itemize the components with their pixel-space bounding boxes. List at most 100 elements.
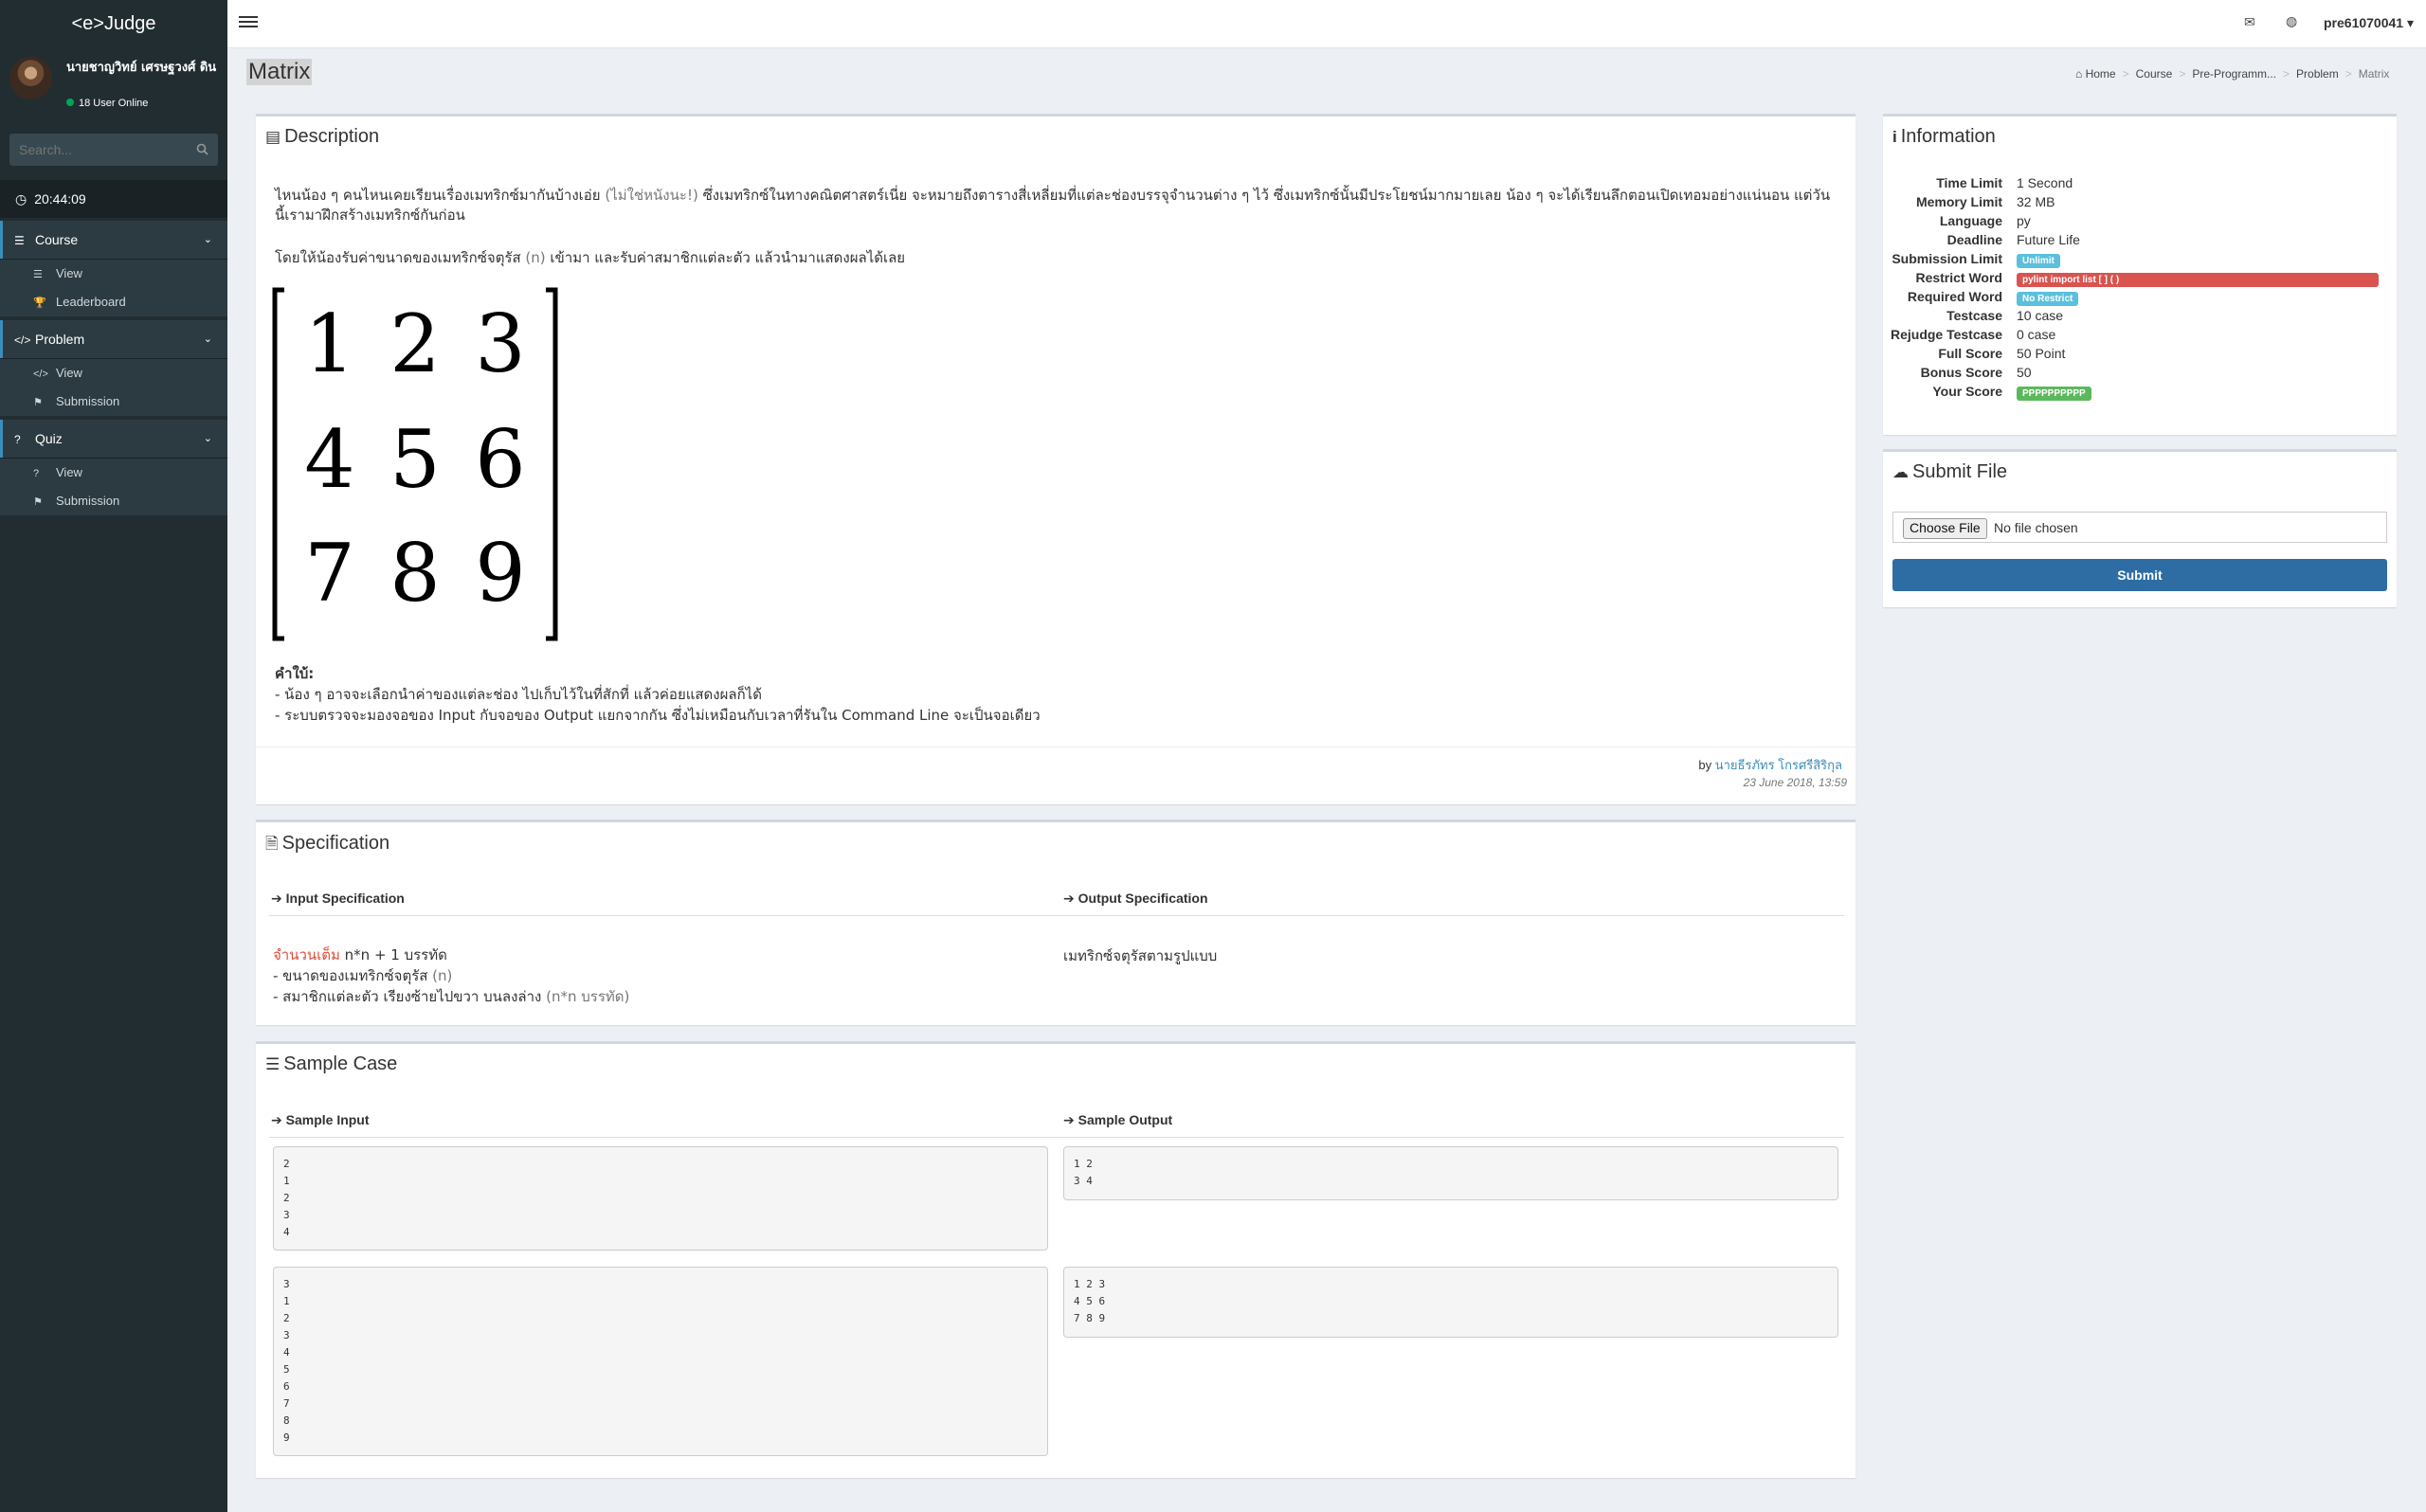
breadcrumb-course-name[interactable]: Pre-Programm... <box>2192 67 2276 81</box>
breadcrumb-problem[interactable]: Problem <box>2296 67 2339 81</box>
sample-output-1[interactable]: 1 2 3 4 <box>1063 1146 1838 1200</box>
sidebar-item-quiz-view[interactable]: ? View <box>0 459 227 487</box>
sample-divider <box>269 1137 1844 1138</box>
matrix-image: 1 2 3 4 5 6 7 8 9 <box>272 287 558 641</box>
course-icon: ☰ <box>14 234 25 247</box>
info-row: Required Word No Restrict <box>1883 289 2395 308</box>
sample-case-title: ☰ Sample Case <box>265 1053 398 1074</box>
online-count: 18 User Online <box>79 98 149 109</box>
information-title: i Information <box>1892 126 1996 147</box>
menu-course-label: Course <box>35 232 79 247</box>
sign-out-icon: ➔ <box>1063 1112 1075 1127</box>
breadcrumb: ⌂ Home > Course > Pre-Programm... > Problem > Ma… <box>2075 67 2390 81</box>
chevron-down-icon: ⌄ <box>203 433 212 444</box>
info-value: 50 <box>2017 365 2032 380</box>
mail-icon[interactable]: ✉ <box>2244 14 2255 30</box>
sample-input-title: ➔ Sample Input <box>271 1112 370 1127</box>
spec-divider <box>269 915 1844 916</box>
choose-file-button[interactable]: Choose File <box>1903 518 1987 539</box>
sidebar-item-problem-submission[interactable]: ⚑ Submission <box>0 387 227 416</box>
search-icon <box>196 143 208 155</box>
description-paragraph-1: ไหนน้อง ๆ คนไหนเคยเรียนเรื่องเมทริกซ์มาก… <box>275 187 1831 224</box>
info-row: Your Score PPPPPPPPPP <box>1883 384 2395 403</box>
menu-problem-label: Problem <box>35 332 85 347</box>
home-icon: ⌂ <box>2075 67 2083 81</box>
sample-output-2[interactable]: 1 2 3 4 5 6 7 8 9 <box>1063 1267 1838 1338</box>
info-label: Testcase <box>1946 308 2002 323</box>
hints-title: คำใบ้: <box>275 665 315 682</box>
info-row: Language py <box>1883 213 2395 232</box>
info-row: Deadline Future Life <box>1883 232 2395 251</box>
list-alt-icon: ▤ <box>265 128 281 146</box>
user-menu[interactable]: pre61070041 ▾ <box>2324 15 2414 31</box>
sidebar: <e>Judge นายชาญวิทย์ เศรษฐวงศ์ ดิน 18 Us… <box>0 0 227 1512</box>
matrix-cell: 7 <box>304 527 354 620</box>
file-input[interactable]: Choose File No file chosen <box>1892 512 2387 543</box>
app-brand[interactable]: <e>Judge <box>0 0 227 47</box>
info-value: 32 MB <box>2017 194 2055 209</box>
output-spec-title: ➔ Output Specification <box>1063 891 1208 906</box>
menu-course[interactable]: ☰ Course ⌄ <box>0 221 227 259</box>
status-badge: Unlimit <box>2017 254 2060 268</box>
clock-time: 20:44:09 <box>34 191 86 207</box>
matrix-cell: 8 <box>389 527 440 620</box>
matrix-cell: 1 <box>304 297 354 390</box>
online-status: 18 User Online <box>66 98 148 109</box>
sidebar-item-label: View <box>56 266 82 280</box>
info-label: Full Score <box>1938 346 2002 361</box>
submit-button[interactable]: Submit <box>1892 559 2387 591</box>
info-label: Required Word <box>1907 289 2002 304</box>
username: pre61070041 <box>2324 15 2404 30</box>
sidebar-item-leaderboard[interactable]: 🏆 Leaderboard <box>0 288 227 316</box>
matrix-cell: 2 <box>389 297 440 390</box>
sidebar-item-quiz-submission[interactable]: ⚑ Submission <box>0 487 227 515</box>
caret-down-icon: ▾ <box>2406 15 2414 30</box>
sign-out-icon: ➔ <box>1063 891 1075 906</box>
sample-input-1[interactable]: 2 1 2 3 4 <box>273 1146 1048 1251</box>
search-input[interactable] <box>9 134 183 166</box>
description-title: ▤ Description <box>265 126 380 147</box>
info-row: Memory Limit 32 MB <box>1883 194 2395 213</box>
sample-output-title: ➔ Sample Output <box>1063 1112 1173 1127</box>
sidebar-item-course-view[interactable]: ☰ View <box>0 260 227 288</box>
info-label: Rejudge Testcase <box>1890 327 2002 342</box>
info-row: Testcase 10 case <box>1883 308 2395 327</box>
flag-icon: ⚑ <box>33 496 43 508</box>
sidebar-item-label: Submission <box>56 394 120 408</box>
list-icon: ☰ <box>33 269 43 280</box>
matrix-cell: 9 <box>475 527 525 620</box>
info-icon: i <box>1892 128 1897 146</box>
hints: คำใบ้: - น้อง ๆ อาจจะเลือกนำค่าของแต่ละช… <box>275 663 1041 726</box>
info-label: Your Score <box>1932 384 2002 399</box>
sign-in-icon: ➔ <box>271 1112 282 1127</box>
sidebar-item-problem-view[interactable]: </> View <box>0 359 227 387</box>
info-row: Time Limit 1 Second <box>1883 175 2395 194</box>
question-icon: ? <box>14 433 21 446</box>
info-label: Restrict Word <box>1915 270 2002 285</box>
menu-quiz-items: ? View ⚑ Submission <box>0 458 227 515</box>
hint-item: - ระบบตรวจจะมองจอของ Input กับจอของ Outp… <box>275 707 1041 724</box>
avatar <box>9 57 52 99</box>
info-badge: pylint import list [ ] ( ) <box>2017 270 2379 287</box>
info-row: Rejudge Testcase 0 case <box>1883 327 2395 346</box>
menu-quiz-label: Quiz <box>35 431 63 446</box>
info-label: Language <box>1939 213 2002 228</box>
menu-quiz[interactable]: ? Quiz ⌄ <box>0 420 227 458</box>
sample-input-2[interactable]: 3 1 2 3 4 5 6 7 8 9 <box>273 1267 1048 1456</box>
file-text-icon: 🗎 <box>265 835 279 853</box>
trophy-icon: 🏆 <box>33 297 46 309</box>
breadcrumb-course[interactable]: Course <box>2136 67 2173 81</box>
status-badge: No Restrict <box>2017 292 2079 306</box>
cloud-upload-icon: ☁ <box>1892 463 1909 481</box>
matrix-cell: 6 <box>475 413 525 506</box>
globe-icon[interactable]: ◍ <box>2286 13 2297 29</box>
sidebar-toggle-icon[interactable] <box>239 13 258 32</box>
breadcrumb-home[interactable]: Home <box>2086 67 2116 81</box>
status-badge: PPPPPPPPPP <box>2017 387 2091 401</box>
list-ol-icon: ☰ <box>265 1055 281 1073</box>
search-button[interactable] <box>186 134 218 166</box>
author-link[interactable]: นายธีรภัทร โกรศรีสิริกุล <box>1715 758 1842 772</box>
menu-problem[interactable]: </> Problem ⌄ <box>0 320 227 358</box>
description-paragraph-2: โดยให้น้องรับค่าขนาดของเมทริกซ์จตุรัส (n… <box>275 249 906 266</box>
info-value: 0 case <box>2017 327 2056 342</box>
